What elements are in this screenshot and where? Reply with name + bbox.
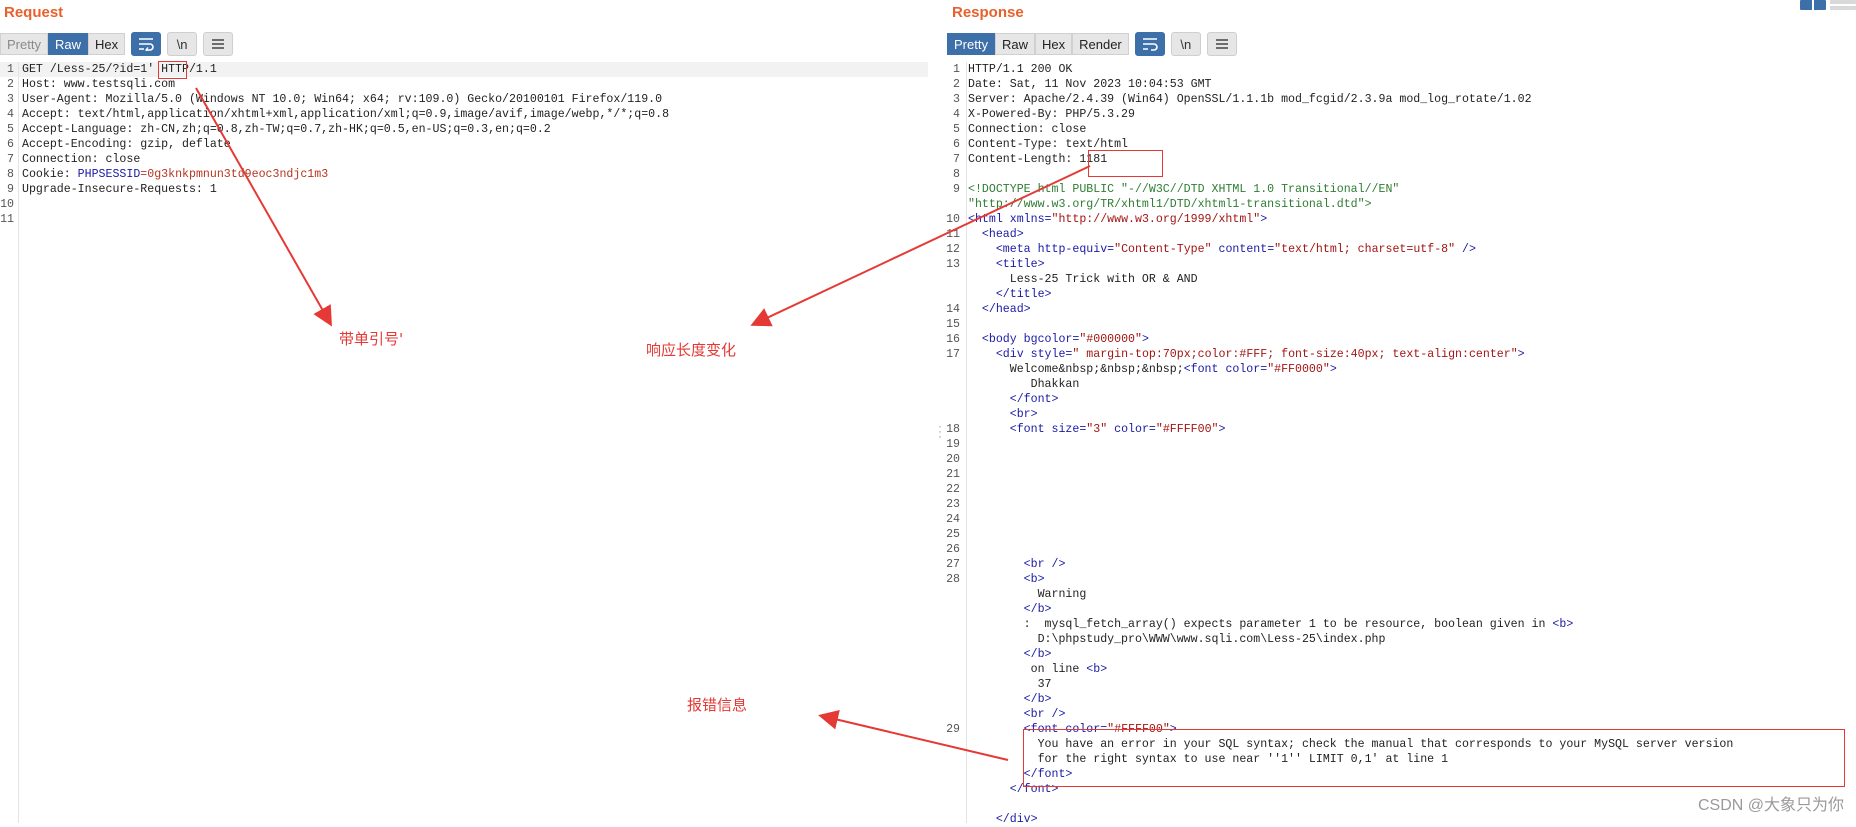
length-arrow [750, 165, 1091, 327]
annotation-error-info: 报错信息 [687, 696, 748, 714]
annotation-arrows [195, 87, 1091, 761]
error-arrow [818, 709, 1009, 761]
annotation-length-change: 响应长度变化 [646, 341, 737, 359]
csdn-watermark: CSDN @大象只为你 [1697, 797, 1844, 814]
quote-arrow [195, 87, 332, 327]
annotation-single-quote: 带单引号' [339, 330, 404, 348]
